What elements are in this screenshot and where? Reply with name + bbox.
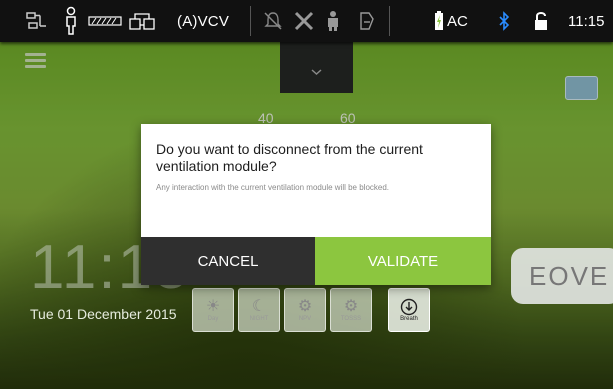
mode-button-npv[interactable]: ⚙ NPV [284, 288, 326, 332]
mode-buttons: ☀ Day ☾ NIGHT ⚙ NPV ⚙ TOSSS [192, 288, 372, 332]
breath-button[interactable]: Breath [388, 288, 430, 332]
mask-icon[interactable] [355, 0, 377, 42]
validate-button[interactable]: VALIDATE [315, 237, 491, 285]
power-source-label: AC [447, 12, 468, 30]
alarm-muted-icon[interactable] [263, 0, 283, 42]
dialog-body: Do you want to disconnect from the curre… [141, 124, 491, 237]
chevron-down-icon [311, 69, 322, 76]
mode-button-day[interactable]: ☀ Day [192, 288, 234, 332]
gear-icon: ⚙ [343, 298, 359, 315]
pull-down-tab[interactable] [280, 42, 353, 93]
plug-icon [26, 0, 48, 42]
cancel-button[interactable]: CANCEL [141, 237, 315, 285]
battery-charging-icon [434, 0, 444, 42]
dialog-title: Do you want to disconnect from the curre… [156, 141, 423, 174]
tools-icon[interactable] [293, 0, 315, 42]
breath-label: Breath [400, 316, 418, 322]
gear-icon: ⚙ [297, 298, 313, 315]
circuit-icon [88, 0, 122, 42]
ventilation-mode: (A)VCV [177, 12, 230, 30]
sun-icon: ☀ [205, 298, 221, 315]
divider [389, 6, 390, 36]
status-clock: 11:15 [568, 12, 605, 30]
bluetooth-icon[interactable] [498, 0, 510, 42]
status-bar: (A)VCV AC 11:15 [0, 0, 613, 42]
eove-logo: EOVE [511, 248, 613, 304]
breath-icon [400, 298, 418, 316]
moon-icon: ☾ [251, 298, 267, 315]
divider [250, 6, 251, 36]
dialog-message: Any interaction with the current ventila… [156, 183, 390, 192]
disconnect-dialog: Do you want to disconnect from the curre… [141, 124, 491, 285]
humidifier-icon [128, 0, 158, 42]
home-date: Tue 01 December 2015 [30, 306, 177, 322]
unlock-icon[interactable] [534, 0, 548, 42]
patient-icon[interactable] [324, 0, 342, 42]
mode-button-tosss[interactable]: ⚙ TOSSS [330, 288, 372, 332]
mode-button-night[interactable]: ☾ NIGHT [238, 288, 280, 332]
patient-adult-icon [64, 0, 78, 42]
